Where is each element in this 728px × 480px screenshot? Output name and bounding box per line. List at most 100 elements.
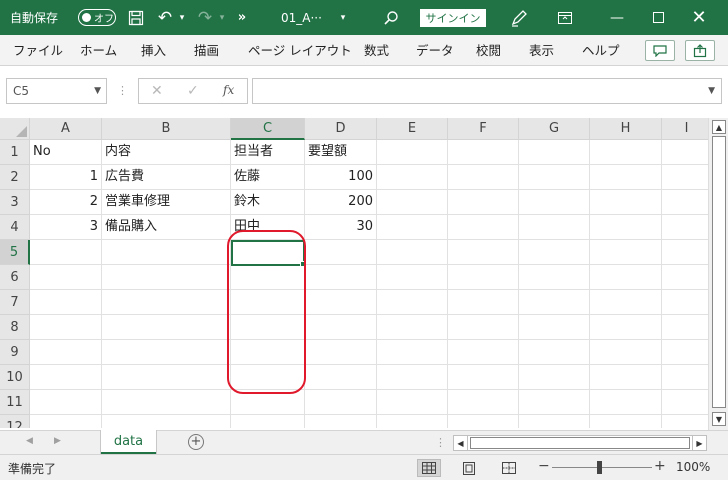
cell-a2[interactable]: 1	[30, 165, 102, 190]
row-header-3[interactable]: 3	[0, 190, 30, 215]
tab-splitter-icon[interactable]: ⋮	[435, 436, 446, 449]
cell-i9[interactable]	[662, 340, 708, 365]
cell-g12[interactable]	[519, 415, 590, 428]
zoom-slider-thumb[interactable]	[597, 461, 602, 474]
cell-i7[interactable]	[662, 290, 708, 315]
cell-h7[interactable]	[590, 290, 662, 315]
cell-f9[interactable]	[448, 340, 519, 365]
cell-f2[interactable]	[448, 165, 519, 190]
cell-f10[interactable]	[448, 365, 519, 390]
cell-b8[interactable]	[102, 315, 231, 340]
cell-c1[interactable]: 担当者	[231, 140, 305, 165]
cell-a6[interactable]	[30, 265, 102, 290]
tab-view[interactable]: 表示	[529, 35, 554, 66]
splitter-dots-icon[interactable]: ⋮	[117, 84, 128, 97]
cell-d2[interactable]: 100	[305, 165, 377, 190]
cell-e6[interactable]	[377, 265, 448, 290]
cancel-icon[interactable]: ✕	[151, 83, 163, 99]
cell-g2[interactable]	[519, 165, 590, 190]
cell-d8[interactable]	[305, 315, 377, 340]
cell-d9[interactable]	[305, 340, 377, 365]
cell-h4[interactable]	[590, 215, 662, 240]
cell-g4[interactable]	[519, 215, 590, 240]
insert-function-icon[interactable]: fx	[223, 83, 234, 97]
cell-d6[interactable]	[305, 265, 377, 290]
search-icon[interactable]	[382, 0, 400, 35]
column-header-a[interactable]: A	[30, 118, 102, 140]
chevron-down-icon[interactable]: ▼	[94, 86, 101, 96]
signin-button[interactable]: サインイン	[420, 9, 486, 27]
ribbon-display-options-icon[interactable]	[556, 0, 574, 35]
cell-a4[interactable]: 3	[30, 215, 102, 240]
cell-c10[interactable]	[231, 365, 305, 390]
cell-a1[interactable]: No	[30, 140, 102, 165]
cell-f4[interactable]	[448, 215, 519, 240]
cell-e2[interactable]	[377, 165, 448, 190]
cell-i3[interactable]	[662, 190, 708, 215]
cell-i8[interactable]	[662, 315, 708, 340]
cell-b2[interactable]: 広告費	[102, 165, 231, 190]
add-sheet-icon[interactable]: +	[188, 434, 204, 450]
cell-i1[interactable]	[662, 140, 708, 165]
file-name[interactable]: 01_A···	[281, 0, 322, 35]
cell-g9[interactable]	[519, 340, 590, 365]
column-header-f[interactable]: F	[448, 118, 519, 140]
cell-a9[interactable]	[30, 340, 102, 365]
cell-g1[interactable]	[519, 140, 590, 165]
tab-review[interactable]: 校閲	[476, 35, 501, 66]
save-icon[interactable]	[128, 0, 144, 35]
cell-g7[interactable]	[519, 290, 590, 315]
cell-g11[interactable]	[519, 390, 590, 415]
next-sheet-icon[interactable]: ▶	[54, 436, 61, 446]
cell-e11[interactable]	[377, 390, 448, 415]
page-break-view-button[interactable]	[497, 459, 521, 477]
scroll-up-icon[interactable]: ▲	[712, 120, 726, 134]
cell-c8[interactable]	[231, 315, 305, 340]
cell-g6[interactable]	[519, 265, 590, 290]
tab-draw[interactable]: 描画	[194, 35, 219, 66]
cell-i12[interactable]	[662, 415, 708, 428]
cell-b7[interactable]	[102, 290, 231, 315]
worksheet-grid[interactable]: A B C D E F G H I 1 No 内容 担当者 要望額 2 1 広告費 佐藤 100 3 2 営業車修理 鈴木 2…	[0, 118, 708, 428]
row-header-1[interactable]: 1	[0, 140, 30, 165]
undo-icon[interactable]: ↶	[156, 0, 174, 35]
enter-check-icon[interactable]: ✓	[187, 83, 199, 99]
row-header-7[interactable]: 7	[0, 290, 30, 315]
cell-d3[interactable]: 200	[305, 190, 377, 215]
tab-formulas[interactable]: 数式	[364, 35, 389, 66]
close-icon[interactable]: ✕	[690, 0, 708, 35]
zoom-out-icon[interactable]: −	[538, 458, 550, 474]
cell-e1[interactable]	[377, 140, 448, 165]
cell-d1[interactable]: 要望額	[305, 140, 377, 165]
zoom-slider[interactable]	[552, 467, 652, 468]
cell-g10[interactable]	[519, 365, 590, 390]
column-header-c[interactable]: C	[231, 118, 305, 140]
cell-e8[interactable]	[377, 315, 448, 340]
cell-d5[interactable]	[305, 240, 377, 265]
cell-h12[interactable]	[590, 415, 662, 428]
cell-f7[interactable]	[448, 290, 519, 315]
cell-a3[interactable]: 2	[30, 190, 102, 215]
cell-b1[interactable]: 内容	[102, 140, 231, 165]
cell-a5[interactable]	[30, 240, 102, 265]
minimize-icon[interactable]: —	[608, 0, 626, 35]
column-header-g[interactable]: G	[519, 118, 590, 140]
cell-h11[interactable]	[590, 390, 662, 415]
cell-e3[interactable]	[377, 190, 448, 215]
scroll-down-icon[interactable]: ▼	[712, 412, 726, 426]
cell-f5[interactable]	[448, 240, 519, 265]
row-header-8[interactable]: 8	[0, 315, 30, 340]
cell-a12[interactable]	[30, 415, 102, 428]
cell-b4[interactable]: 備品購入	[102, 215, 231, 240]
cell-h8[interactable]	[590, 315, 662, 340]
fill-handle[interactable]	[300, 261, 306, 267]
cell-i11[interactable]	[662, 390, 708, 415]
cell-e9[interactable]	[377, 340, 448, 365]
cell-b12[interactable]	[102, 415, 231, 428]
cell-d11[interactable]	[305, 390, 377, 415]
cell-a10[interactable]	[30, 365, 102, 390]
share-button[interactable]	[685, 40, 715, 61]
cell-h5[interactable]	[590, 240, 662, 265]
cell-f8[interactable]	[448, 315, 519, 340]
cell-e12[interactable]	[377, 415, 448, 428]
